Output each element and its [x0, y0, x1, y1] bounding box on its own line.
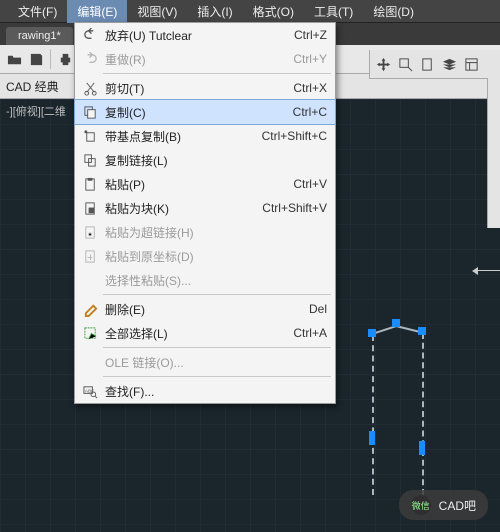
menu-separator — [103, 294, 331, 295]
paste-icon — [79, 177, 101, 192]
menu-label: 查找(F)... — [101, 383, 327, 400]
paste-link-icon — [79, 225, 101, 240]
layers-icon[interactable] — [439, 54, 459, 74]
menu-paste[interactable]: 粘贴(P) Ctrl+V — [75, 172, 335, 196]
menu-copy-link[interactable]: 复制链接(L) — [75, 148, 335, 172]
menu-shortcut: Del — [309, 302, 327, 316]
undo-icon — [79, 28, 101, 43]
menu-insert[interactable]: 插入(I) — [187, 0, 242, 23]
menu-undo[interactable]: 放弃(U) Tutclear Ctrl+Z — [75, 23, 335, 47]
menu-separator — [103, 376, 331, 377]
menu-label: 选择性粘贴(S)... — [101, 272, 327, 289]
menu-erase[interactable]: 删除(E) Del — [75, 297, 335, 321]
watermark-text: CAD吧 — [439, 497, 476, 514]
paste-orig-icon — [79, 249, 101, 264]
menu-view[interactable]: 视图(V) — [127, 0, 187, 23]
doc-icon[interactable] — [417, 54, 437, 74]
open-icon[interactable] — [4, 49, 24, 69]
cut-icon — [79, 81, 101, 96]
copy-base-icon — [79, 129, 101, 144]
menu-shortcut: Ctrl+C — [293, 105, 327, 119]
viewport-label: -][俯视][二维 — [6, 103, 66, 119]
selected-polyline[interactable] — [372, 321, 432, 501]
props-icon[interactable] — [461, 54, 481, 74]
menu-copy-basepoint[interactable]: 带基点复制(B) Ctrl+Shift+C — [75, 124, 335, 148]
menu-format[interactable]: 格式(O) — [243, 0, 304, 23]
menu-label: 带基点复制(B) — [101, 128, 262, 145]
menu-ole-link: OLE 链接(O)... — [75, 350, 335, 374]
menu-shortcut: Ctrl+V — [293, 177, 327, 191]
menu-label: 复制链接(L) — [101, 152, 327, 169]
menu-copy[interactable]: 复制(C) Ctrl+C — [75, 100, 335, 124]
erase-icon — [79, 302, 101, 317]
menu-shortcut: Ctrl+Shift+V — [262, 201, 327, 215]
menu-edit[interactable]: 编辑(E) — [67, 0, 127, 23]
grip[interactable] — [392, 319, 400, 327]
print-icon[interactable] — [55, 49, 75, 69]
menu-label: 粘贴到原坐标(D) — [101, 248, 327, 265]
menu-paste-special: 选择性粘贴(S)... — [75, 268, 335, 292]
menu-label: 粘贴为块(K) — [101, 200, 262, 217]
menu-label: 删除(E) — [101, 301, 309, 318]
menu-redo: 重做(R) Ctrl+Y — [75, 47, 335, 71]
menu-separator — [103, 73, 331, 74]
menu-tools[interactable]: 工具(T) — [304, 0, 363, 23]
menu-label: OLE 链接(O)... — [101, 354, 327, 371]
redo-icon — [79, 52, 101, 67]
drawing-tab[interactable]: rawing1* — [6, 27, 73, 45]
paste-block-icon — [79, 201, 101, 216]
menu-cut[interactable]: 剪切(T) Ctrl+X — [75, 76, 335, 100]
wechat-icon: 微信 — [411, 495, 431, 515]
svg-text:ABC: ABC — [84, 388, 94, 393]
pan-icon[interactable] — [373, 54, 393, 74]
grip[interactable] — [369, 431, 375, 445]
copy-link-icon — [79, 153, 101, 168]
menu-shortcut: Ctrl+A — [293, 326, 327, 340]
right-toolbar — [369, 50, 500, 79]
menu-shortcut: Ctrl+Shift+C — [262, 129, 327, 143]
grip[interactable] — [418, 327, 426, 335]
save-icon[interactable] — [26, 49, 46, 69]
watermark-badge: 微信 CAD吧 — [399, 490, 488, 520]
menu-label: 重做(R) — [101, 51, 293, 68]
copy-icon — [79, 105, 101, 120]
find-icon: ABC — [79, 384, 101, 399]
menu-label: 粘贴(P) — [101, 176, 293, 193]
menu-shortcut: Ctrl+Z — [294, 28, 327, 42]
grip[interactable] — [419, 441, 425, 455]
workspace-label: CAD 经典 — [6, 78, 59, 95]
menu-separator — [103, 347, 331, 348]
menu-label: 剪切(T) — [101, 80, 293, 97]
menu-draw[interactable]: 绘图(D) — [363, 0, 424, 23]
right-toolstrip — [487, 78, 500, 228]
menu-label: 全部选择(L) — [101, 325, 293, 342]
menu-file[interactable]: 文件(F) — [8, 0, 67, 23]
menu-paste-block[interactable]: 粘贴为块(K) Ctrl+Shift+V — [75, 196, 335, 220]
menu-label: 复制(C) — [101, 104, 293, 121]
menu-find[interactable]: ABC 查找(F)... — [75, 379, 335, 403]
ucs-hint — [468, 264, 500, 278]
menu-label: 放弃(U) Tutclear — [101, 27, 294, 44]
edit-dropdown: 放弃(U) Tutclear Ctrl+Z 重做(R) Ctrl+Y 剪切(T)… — [74, 22, 336, 404]
menu-shortcut: Ctrl+Y — [293, 52, 327, 66]
zoom-window-icon[interactable] — [395, 54, 415, 74]
menu-paste-orig: 粘贴到原坐标(D) — [75, 244, 335, 268]
toolbar-separator — [50, 49, 51, 69]
menu-bar: 文件(F) 编辑(E) 视图(V) 插入(I) 格式(O) 工具(T) 绘图(D… — [0, 0, 500, 23]
menu-label: 粘贴为超链接(H) — [101, 224, 327, 241]
menu-shortcut: Ctrl+X — [293, 81, 327, 95]
grip[interactable] — [368, 329, 376, 337]
select-all-icon — [79, 326, 101, 341]
menu-select-all[interactable]: 全部选择(L) Ctrl+A — [75, 321, 335, 345]
menu-paste-hyperlink: 粘贴为超链接(H) — [75, 220, 335, 244]
